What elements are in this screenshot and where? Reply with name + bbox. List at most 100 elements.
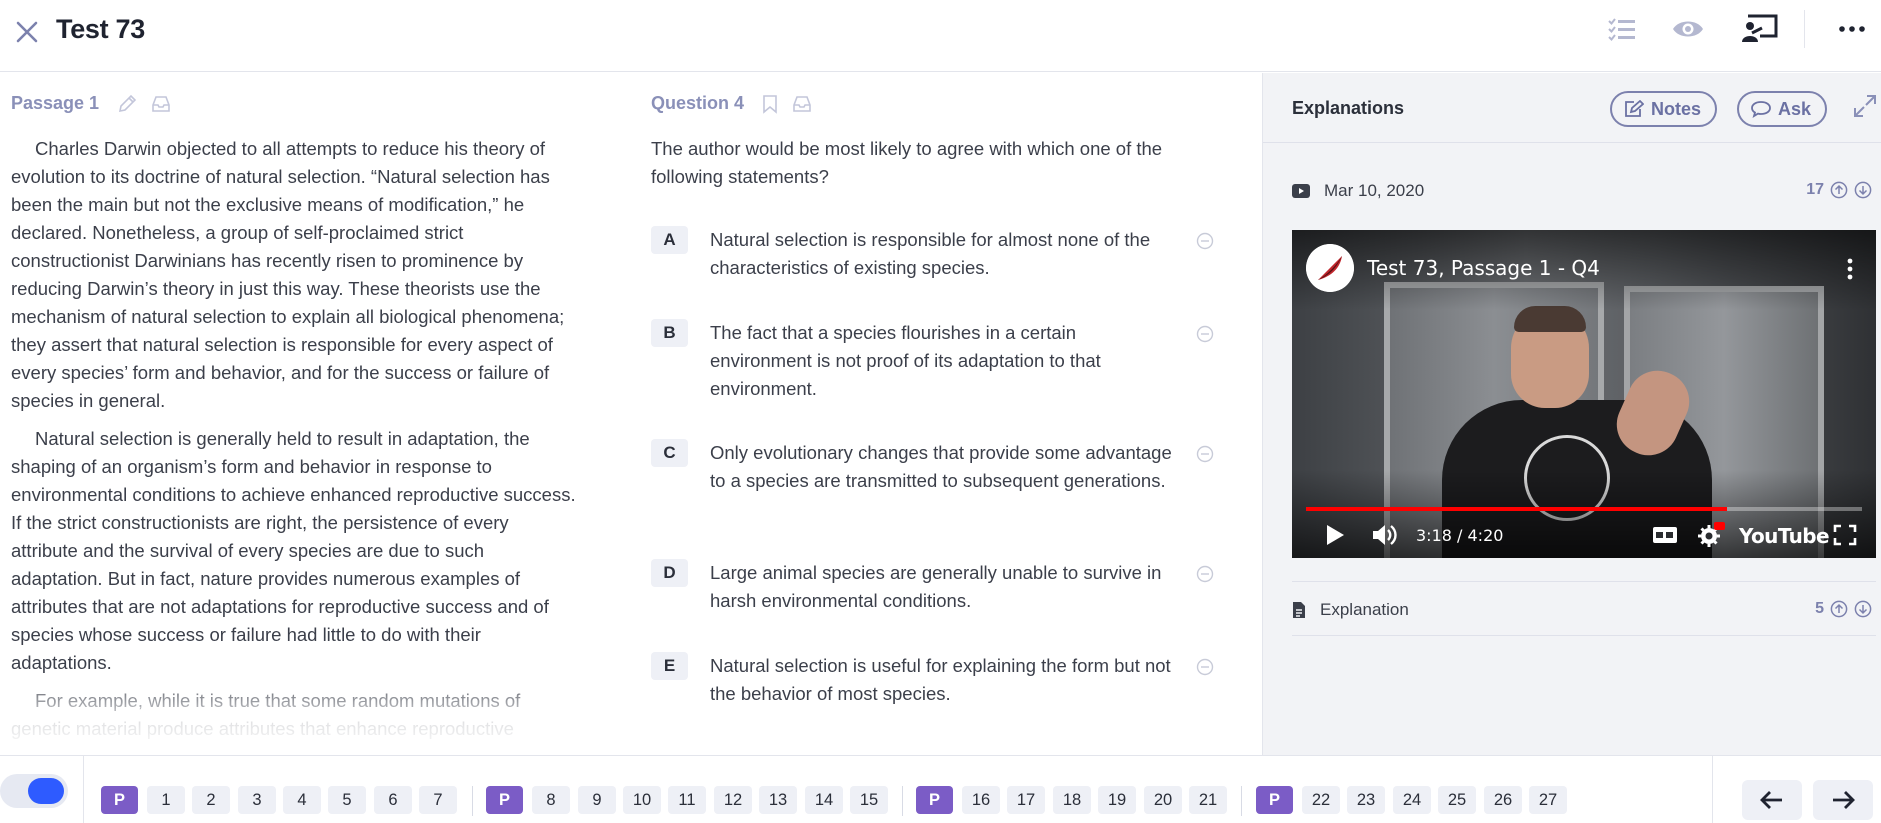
passage-button[interactable]: P <box>1256 786 1293 814</box>
upvote-button[interactable] <box>1830 600 1848 618</box>
upvote-button[interactable] <box>1830 181 1848 199</box>
group-divider <box>1241 786 1242 816</box>
volume-icon <box>1373 525 1397 545</box>
passage-button[interactable]: P <box>916 786 953 814</box>
arrow-down-circle-icon <box>1854 600 1872 618</box>
question-button[interactable]: 5 <box>328 786 366 814</box>
question-button[interactable]: 17 <box>1007 786 1045 814</box>
question-button[interactable]: 27 <box>1529 786 1567 814</box>
question-button[interactable]: 18 <box>1053 786 1091 814</box>
question-button[interactable]: 12 <box>714 786 752 814</box>
question-button[interactable]: 10 <box>623 786 661 814</box>
present-button[interactable] <box>1739 12 1779 46</box>
close-button[interactable] <box>10 15 44 49</box>
question-button[interactable]: 6 <box>374 786 412 814</box>
question-header: Question 4 <box>651 93 812 114</box>
question-button[interactable]: 1 <box>147 786 185 814</box>
question-button[interactable]: 4 <box>283 786 321 814</box>
video-progress-fill <box>1306 507 1727 511</box>
close-icon <box>16 21 38 43</box>
video-player[interactable]: Test 73, Passage 1 - Q4 3:18 / 4:20 YouT… <box>1292 230 1876 558</box>
video-title[interactable]: Test 73, Passage 1 - Q4 <box>1367 256 1600 280</box>
inbox-icon <box>152 95 170 112</box>
divider <box>1292 581 1876 582</box>
inbox-icon <box>793 95 811 112</box>
divider <box>1292 635 1876 636</box>
highlight-button[interactable] <box>117 94 137 114</box>
question-button[interactable]: 9 <box>578 786 616 814</box>
task-list-icon <box>1608 18 1635 42</box>
explanation-label: Explanation <box>1320 600 1409 619</box>
play-icon <box>1327 525 1344 545</box>
question-button[interactable]: 24 <box>1393 786 1431 814</box>
eliminate-icon[interactable] <box>1196 325 1214 343</box>
question-button[interactable]: 7 <box>419 786 457 814</box>
video-votes: 17 <box>1806 181 1872 199</box>
eye-icon <box>1673 21 1703 37</box>
downvote-button[interactable] <box>1854 181 1872 199</box>
video-progress-bar[interactable] <box>1306 507 1862 511</box>
eliminate-icon[interactable] <box>1196 232 1214 250</box>
fullscreen-icon <box>1833 524 1857 546</box>
eliminate-icon[interactable] <box>1196 445 1214 463</box>
question-inbox-button[interactable] <box>792 95 812 113</box>
next-button[interactable] <box>1813 780 1873 820</box>
downvote-button[interactable] <box>1854 600 1872 618</box>
passage-inbox-button[interactable] <box>151 95 171 113</box>
question-button[interactable]: 8 <box>532 786 570 814</box>
question-button[interactable]: 13 <box>759 786 797 814</box>
choice-text: Large animal species are generally unabl… <box>710 562 1162 611</box>
question-button[interactable]: 3 <box>238 786 276 814</box>
previous-button[interactable] <box>1742 780 1802 820</box>
captions-button[interactable] <box>1650 520 1680 550</box>
passage-button[interactable]: P <box>101 786 138 814</box>
question-button[interactable]: 15 <box>850 786 888 814</box>
question-button[interactable]: 20 <box>1144 786 1182 814</box>
question-button[interactable]: 14 <box>805 786 843 814</box>
text-explanation-row[interactable]: Explanation 5 <box>1292 596 1872 624</box>
video-explanation-row[interactable]: Mar 10, 2020 17 <box>1292 177 1872 205</box>
question-button[interactable]: 25 <box>1438 786 1476 814</box>
question-button[interactable]: 11 <box>668 786 706 814</box>
expand-icon[interactable] <box>1852 93 1878 119</box>
vote-count: 17 <box>1806 181 1824 198</box>
ask-button[interactable]: Ask <box>1737 91 1828 127</box>
passage-label: Passage 1 <box>11 93 100 113</box>
question-button[interactable]: 2 <box>192 786 230 814</box>
play-button[interactable] <box>1320 520 1350 550</box>
eliminate-icon[interactable] <box>1196 565 1214 583</box>
arrow-right-icon <box>1833 791 1855 809</box>
more-button[interactable] <box>1832 12 1872 46</box>
question-button[interactable]: 23 <box>1347 786 1385 814</box>
question-button[interactable]: 19 <box>1098 786 1136 814</box>
bookmark-button[interactable] <box>762 94 778 114</box>
arrow-up-circle-icon <box>1830 181 1848 199</box>
top-bar: Test 73 <box>0 0 1881 72</box>
volume-button[interactable] <box>1368 520 1402 550</box>
settings-button[interactable] <box>1696 520 1726 550</box>
youtube-icon <box>1292 184 1310 198</box>
question-label: Question 4 <box>651 93 745 113</box>
fullscreen-button[interactable] <box>1830 520 1860 550</box>
choice-letter: A <box>651 226 688 254</box>
question-button[interactable]: 16 <box>962 786 1000 814</box>
timer-toggle[interactable] <box>0 774 68 808</box>
choice-text: Only evolutionary changes that provide s… <box>710 442 1172 491</box>
notes-button[interactable]: Notes <box>1610 91 1718 127</box>
eliminate-icon[interactable] <box>1196 658 1214 676</box>
youtube-logo[interactable]: YouTube <box>1739 524 1830 548</box>
task-list-button[interactable] <box>1602 12 1642 46</box>
more-icon <box>1839 26 1865 32</box>
view-button[interactable] <box>1668 12 1708 46</box>
question-button[interactable]: 22 <box>1302 786 1340 814</box>
header-divider <box>1804 10 1805 48</box>
passage-button[interactable]: P <box>486 786 523 814</box>
question-button[interactable]: 21 <box>1189 786 1227 814</box>
question-button[interactable]: 26 <box>1484 786 1522 814</box>
choice-letter: D <box>651 559 688 587</box>
kebab-menu-icon[interactable] <box>1840 256 1860 282</box>
channel-logo-icon <box>1306 244 1354 292</box>
channel-avatar[interactable] <box>1306 244 1354 292</box>
gear-icon <box>1698 522 1725 547</box>
footer-divider <box>83 756 84 823</box>
